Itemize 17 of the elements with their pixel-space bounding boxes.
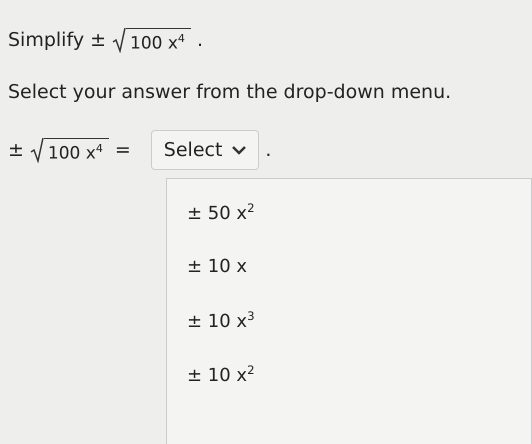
plus-minus-sign: ± xyxy=(8,139,24,161)
radicand: 100 x$^{4}$ xyxy=(126,28,191,53)
answer-dropdown[interactable]: Select xyxy=(150,130,260,170)
dropdown-option[interactable]: ± 50 x$^{2}$ xyxy=(167,185,531,239)
dropdown-option[interactable]: ± 10 x$^{2}$ xyxy=(167,347,531,401)
radical-icon xyxy=(30,137,44,163)
prompt-text: Simplify xyxy=(8,29,84,51)
plus-minus-sign: ± xyxy=(90,29,106,51)
equals-sign: = xyxy=(114,139,131,161)
radical-icon xyxy=(112,27,126,53)
radicand: 100 x$^{4}$ xyxy=(44,138,109,163)
dropdown-option[interactable]: ± 10 x$^{3}$ xyxy=(167,293,531,347)
period: . xyxy=(265,139,272,161)
instruction-text: Select your answer from the drop-down menu. xyxy=(8,81,452,103)
period: . xyxy=(196,29,203,51)
chevron-icon xyxy=(232,145,246,155)
dropdown-option[interactable]: ± 10 x xyxy=(167,239,531,293)
